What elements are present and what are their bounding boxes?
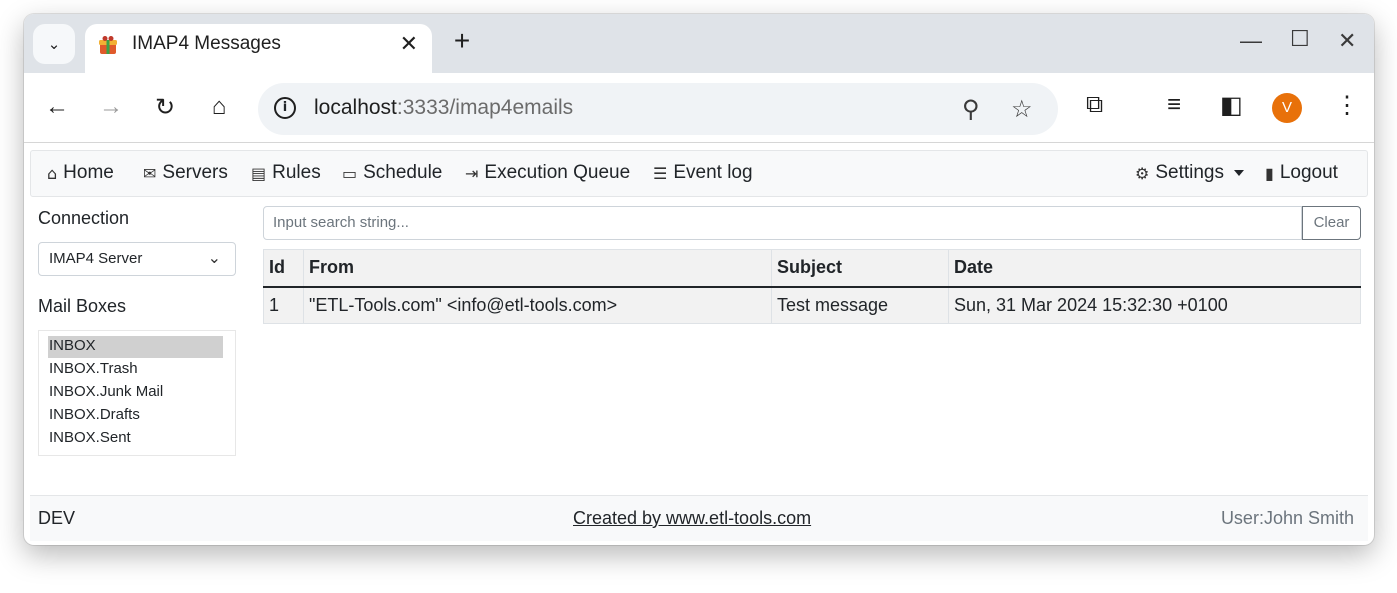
- tab-title: IMAP4 Messages: [132, 33, 281, 54]
- minimize-icon[interactable]: —: [1240, 28, 1262, 54]
- door-icon: ▮: [1265, 163, 1274, 183]
- mailbox-item[interactable]: INBOX: [48, 336, 223, 358]
- menu-kebab-icon[interactable]: ⋮: [1335, 91, 1359, 120]
- cell-id: 1: [263, 286, 304, 324]
- close-tab-icon[interactable]: ✕: [400, 31, 418, 57]
- mailbox-item[interactable]: INBOX.Trash: [48, 359, 223, 381]
- house-icon: ⌂: [47, 163, 58, 183]
- list-check-icon: ☰: [653, 163, 668, 183]
- envelope-icon: ✉: [143, 163, 157, 183]
- site-info-icon[interactable]: i: [274, 97, 296, 119]
- mailbox-item[interactable]: INBOX.Drafts: [48, 405, 223, 427]
- tab-search-button[interactable]: ⌄: [33, 24, 75, 64]
- app-footer: DEV Created by www.etl-tools.com User:Jo…: [30, 495, 1368, 541]
- header-from[interactable]: From: [303, 249, 772, 288]
- messages-table: Id From Subject Date 1 "ETL-Tools.com" <…: [263, 249, 1361, 324]
- nav-event-log[interactable]: ☰ Event log: [653, 162, 753, 184]
- calendar-icon: ▭: [342, 163, 358, 183]
- back-arrow-icon[interactable]: ←: [41, 91, 73, 123]
- address-bar[interactable]: i localhost:3333/imap4emails ⚲ ☆: [258, 83, 1058, 135]
- app-navbar: ⌂ Home ✉ Servers ▤ Rules ▭ Schedule ⇥ Ex…: [30, 150, 1368, 197]
- forward-arrow-icon[interactable]: →: [95, 91, 127, 123]
- home-icon[interactable]: ⌂: [203, 91, 235, 123]
- table-row[interactable]: 1 "ETL-Tools.com" <info@etl-tools.com> T…: [263, 286, 1361, 324]
- connection-label: Connection: [38, 208, 130, 228]
- box-arrow-in-icon: ⇥: [465, 163, 479, 183]
- clear-button[interactable]: Clear: [1302, 206, 1361, 240]
- environment-label: DEV: [38, 508, 76, 528]
- media-controls-icon[interactable]: ≡: [1167, 91, 1181, 119]
- nav-home[interactable]: ⌂ Home: [47, 162, 114, 184]
- url-text[interactable]: localhost:3333/imap4emails: [314, 96, 573, 120]
- cell-from: "ETL-Tools.com" <info@etl-tools.com>: [303, 286, 772, 324]
- mailbox-list[interactable]: INBOX INBOX.Trash INBOX.Junk Mail INBOX.…: [38, 330, 236, 456]
- nav-schedule[interactable]: ▭ Schedule: [342, 162, 442, 184]
- gift-box-icon: [99, 36, 117, 54]
- zoom-icon[interactable]: ⚲: [962, 95, 980, 124]
- table-header-row: Id From Subject Date: [263, 249, 1361, 288]
- chevron-down-icon: ⌄: [47, 36, 61, 53]
- browser-window: ⌄ IMAP4 Messages ✕ + — ☐ ✕ ← → ↻ ⌂ i loc…: [24, 14, 1374, 545]
- mailbox-item[interactable]: INBOX.Sent: [48, 428, 223, 450]
- nav-settings-dropdown[interactable]: ⚙ Settings: [1135, 162, 1244, 184]
- nav-execution-queue[interactable]: ⇥ Execution Queue: [465, 162, 630, 184]
- close-window-icon[interactable]: ✕: [1338, 28, 1356, 54]
- mailboxes-label: Mail Boxes: [38, 296, 127, 316]
- profile-avatar[interactable]: V: [1272, 93, 1302, 123]
- active-tab[interactable]: IMAP4 Messages ✕: [85, 24, 432, 74]
- bookmark-star-icon[interactable]: ☆: [1011, 95, 1033, 124]
- header-date[interactable]: Date: [948, 249, 1361, 288]
- cell-date: Sun, 31 Mar 2024 15:32:30 +0100: [948, 286, 1361, 324]
- current-user: User:John Smith: [1220, 508, 1354, 528]
- side-panel-icon[interactable]: ◧: [1220, 91, 1243, 120]
- header-subject[interactable]: Subject: [771, 249, 949, 288]
- nav-rules[interactable]: ▤ Rules: [251, 162, 321, 184]
- header-id[interactable]: Id: [263, 249, 304, 288]
- gear-icon: ⚙: [1135, 163, 1150, 183]
- card-list-icon: ▤: [251, 163, 267, 183]
- tab-strip: ⌄ IMAP4 Messages ✕ + — ☐ ✕: [24, 14, 1374, 74]
- connection-select[interactable]: IMAP4 Server ⌄: [38, 242, 236, 276]
- new-tab-button[interactable]: +: [448, 27, 476, 55]
- credit-link[interactable]: Created by www.etl-tools.com: [573, 508, 811, 529]
- reload-icon[interactable]: ↻: [149, 91, 181, 123]
- nav-logout[interactable]: ▮ Logout: [1265, 162, 1338, 184]
- cell-subject: Test message: [771, 286, 949, 324]
- caret-down-icon: [1234, 170, 1244, 176]
- mailbox-item[interactable]: INBOX.Junk Mail: [48, 382, 223, 404]
- search-input[interactable]: Input search string...: [263, 206, 1302, 240]
- nav-servers[interactable]: ✉ Servers: [143, 162, 228, 184]
- maximize-icon[interactable]: ☐: [1290, 26, 1310, 52]
- chevron-down-icon: ⌄: [207, 250, 221, 267]
- extensions-icon[interactable]: ⧉: [1086, 91, 1103, 119]
